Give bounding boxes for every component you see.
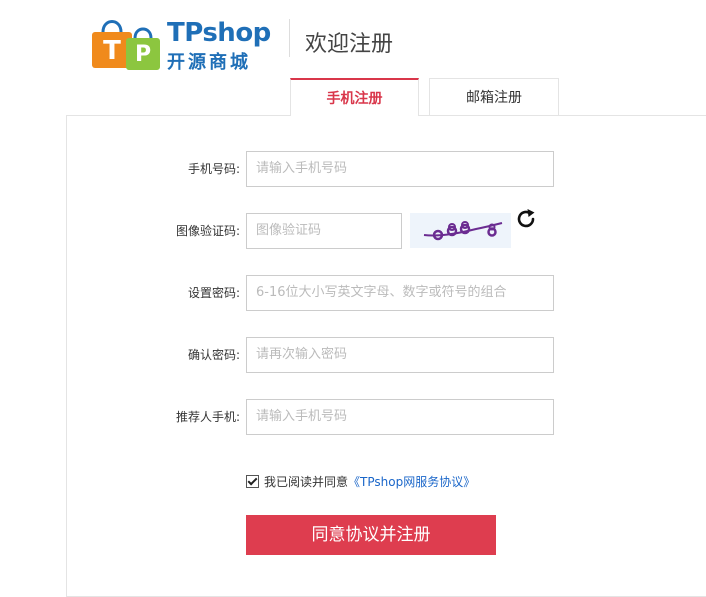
- password-input[interactable]: 6-16位大小写英文字母、数字或符号的组合: [246, 275, 554, 311]
- referrer-row: 推荐人手机: 请输入手机号码: [0, 399, 706, 435]
- password-label: 设置密码:: [187, 286, 240, 300]
- shopping-bag-green-icon: P: [124, 22, 162, 72]
- captcha-input[interactable]: 图像验证码: [246, 213, 402, 249]
- register-button[interactable]: 同意协议并注册: [246, 515, 496, 555]
- captcha-label: 图像验证码:: [175, 224, 240, 238]
- confirm-password-label: 确认密码:: [187, 348, 240, 362]
- phone-input[interactable]: 请输入手机号码: [246, 151, 554, 187]
- agreement-text: 我已阅读并同意: [264, 475, 349, 489]
- site-logo[interactable]: T P TPshop 开源商城: [90, 14, 271, 73]
- password-row: 设置密码: 6-16位大小写英文字母、数字或符号的组合: [0, 275, 706, 311]
- tab-email-register[interactable]: 邮箱注册: [429, 78, 559, 115]
- page-title: 欢迎注册: [305, 32, 394, 57]
- logo-text: TPshop: [167, 18, 271, 48]
- tab-phone-register[interactable]: 手机注册: [290, 78, 419, 116]
- referrer-input[interactable]: 请输入手机号码: [246, 399, 554, 435]
- header-divider: [289, 19, 290, 57]
- phone-label: 手机号码:: [187, 162, 240, 176]
- captcha-row: 图像验证码: 图像验证码: [0, 209, 706, 249]
- captcha-image[interactable]: [410, 213, 511, 248]
- confirm-password-row: 确认密码: 请再次输入密码: [0, 337, 706, 373]
- agreement-link[interactable]: 《TPshop网服务协议》: [348, 475, 475, 489]
- agreement-checkbox[interactable]: [246, 475, 259, 488]
- refresh-icon[interactable]: [514, 207, 538, 231]
- logo-subtext: 开源商城: [167, 52, 251, 73]
- referrer-label: 推荐人手机:: [175, 410, 240, 424]
- bag-letter-p: P: [134, 42, 152, 67]
- agreement: 我已阅读并同意《TPshop网服务协议》: [246, 473, 475, 490]
- confirm-password-input[interactable]: 请再次输入密码: [246, 337, 554, 373]
- phone-row: 手机号码: 请输入手机号码: [0, 151, 706, 187]
